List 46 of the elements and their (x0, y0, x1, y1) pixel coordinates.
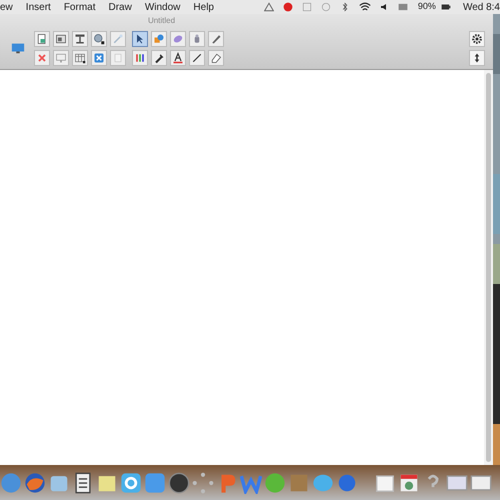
triangle-icon (264, 2, 274, 12)
pointer-icon (134, 32, 146, 45)
eraser-icon (210, 52, 222, 64)
menu-item[interactable]: Insert (26, 0, 51, 14)
toolbar-button[interactable] (53, 30, 69, 47)
line-icon (191, 52, 203, 64)
markers-icon (134, 52, 146, 64)
tool-button[interactable] (208, 50, 224, 66)
text-color-icon (172, 52, 184, 64)
menu-item[interactable]: ew (0, 0, 13, 14)
pen-icon (210, 32, 222, 45)
close-icon (93, 52, 105, 64)
settings-button[interactable] (469, 30, 485, 47)
menu-clock: Wed 8:4 (462, 0, 500, 14)
tool-button[interactable] (189, 50, 205, 66)
page-icon (112, 52, 124, 64)
tool-button[interactable] (132, 30, 148, 47)
battery-percent: 90% (418, 0, 436, 14)
wifi-icon (358, 1, 371, 13)
tool-button[interactable] (208, 30, 224, 47)
screen-icon (55, 52, 67, 64)
close-icon (36, 52, 48, 64)
menu-item[interactable]: Window (144, 0, 180, 14)
scrollbar[interactable] (484, 70, 493, 465)
resize-button[interactable] (469, 50, 485, 66)
window-title: Untitled (148, 14, 176, 27)
speaker-icon (380, 2, 388, 12)
eraser-icon (172, 32, 184, 45)
monitor-icon (11, 41, 25, 56)
tool-button[interactable] (151, 50, 167, 66)
tool-button[interactable] (170, 50, 186, 66)
menu-item[interactable]: Format (64, 0, 96, 14)
wand-icon (112, 32, 124, 45)
image-icon (55, 32, 67, 45)
table-icon (74, 52, 86, 64)
menu-item[interactable]: Help (193, 0, 214, 14)
record-icon (282, 2, 293, 12)
shapes-icon (153, 32, 165, 45)
toolbar-button[interactable] (72, 30, 88, 47)
ring-icon (120, 472, 142, 494)
text-frame-icon (74, 32, 86, 45)
tool-button[interactable] (132, 50, 148, 66)
toolbar-button[interactable] (91, 30, 107, 47)
menu-item[interactable]: Draw (108, 0, 132, 14)
settings-icon (471, 32, 483, 45)
page-icon (36, 32, 48, 45)
